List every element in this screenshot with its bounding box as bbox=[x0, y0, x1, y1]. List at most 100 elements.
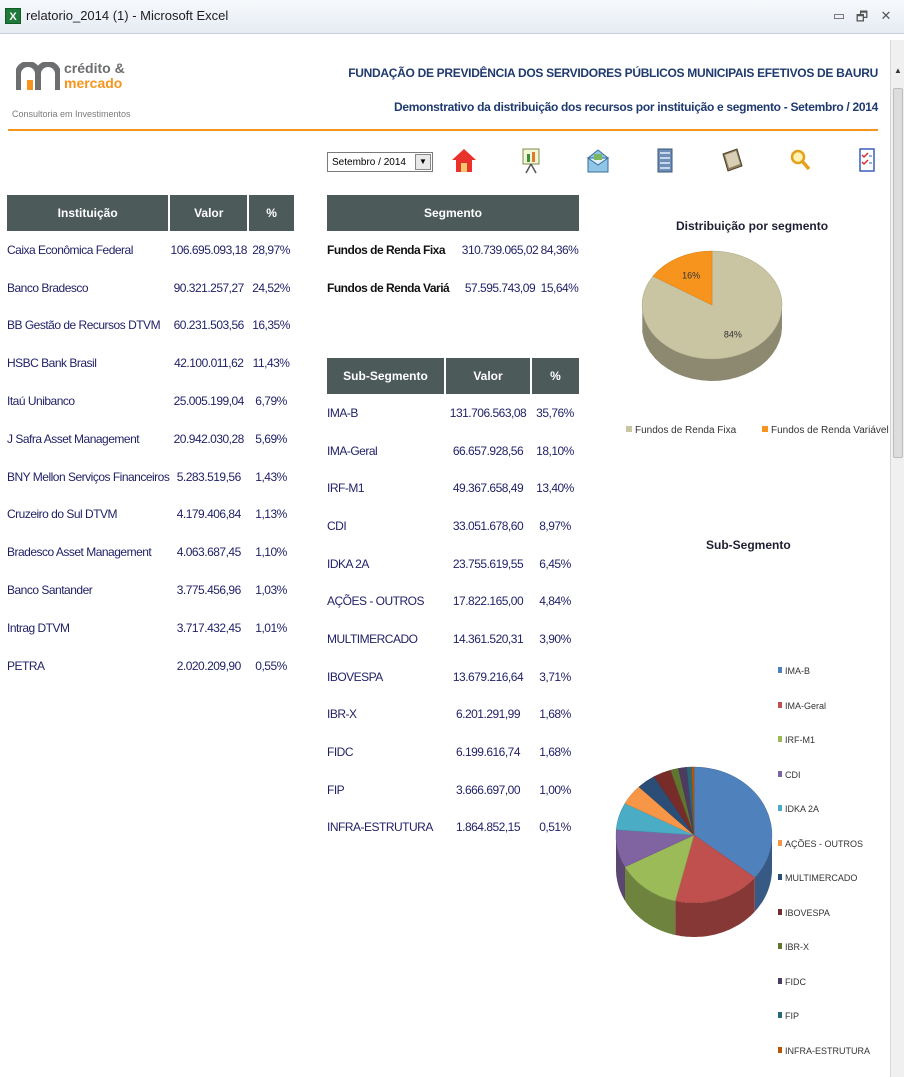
institution-percent: 1,03% bbox=[255, 583, 287, 598]
institution-value: 25.005.199,04 bbox=[173, 394, 245, 409]
legend-item: Fundos de Renda Variável bbox=[762, 425, 889, 436]
table-row: HSBC Bank Brasil 42.100.011,62 11,43% bbox=[7, 344, 294, 382]
checklist-icon[interactable] bbox=[854, 146, 880, 174]
institution-value: 2.020.209,90 bbox=[176, 658, 242, 673]
envelope-icon[interactable] bbox=[585, 146, 611, 174]
subsegment-percent: 1,00% bbox=[539, 782, 571, 797]
pie-data-label: 16% bbox=[682, 271, 700, 281]
legend-label: IDKA 2A bbox=[785, 804, 820, 814]
subsegment-value: 6.199.616,74 bbox=[455, 745, 521, 760]
excel-icon: X bbox=[5, 8, 21, 24]
period-dropdown[interactable]: Setembro / 2014 ▼ bbox=[327, 152, 433, 172]
table-row: IBOVESPA 13.679.216,64 3,71% bbox=[327, 658, 579, 696]
segment-value: 57.595.743,09 bbox=[464, 280, 536, 295]
subsegment-value: 6.201.291,99 bbox=[455, 707, 521, 722]
institution-name: BNY Mellon Serviços Financeiros bbox=[7, 469, 170, 484]
legend-item: MULTIMERCADO bbox=[778, 873, 857, 883]
scroll-up-icon[interactable]: ▲ bbox=[894, 66, 902, 75]
subsegment-percent: 1,68% bbox=[539, 707, 571, 722]
subsegment-pie-chart bbox=[615, 766, 773, 937]
restore-button[interactable]: 🗗 bbox=[853, 8, 871, 30]
database-icon[interactable] bbox=[652, 146, 678, 174]
subsegment-percent: 8,97% bbox=[539, 518, 571, 533]
legend-label: IMA-Geral bbox=[785, 700, 827, 711]
subsegment-value: 14.361.520,31 bbox=[452, 631, 524, 646]
table-row: Itaú Unibanco 25.005.199,04 6,79% bbox=[7, 382, 294, 420]
table-header-row: Instituição Valor % bbox=[7, 195, 294, 231]
legend-item: AÇÕES - OUTROS bbox=[778, 839, 863, 849]
table-row: Banco Santander 3.775.456,96 1,03% bbox=[7, 571, 294, 609]
window-titlebar: X relatorio_2014 (1) - Microsoft Excel ▭… bbox=[0, 0, 904, 34]
presentation-icon[interactable] bbox=[518, 146, 544, 174]
legend-item: IBOVESPA bbox=[778, 908, 830, 918]
legend-swatch bbox=[778, 805, 782, 811]
institution-percent: 1,01% bbox=[255, 620, 287, 635]
logo-text-line1: crédito & bbox=[64, 60, 125, 76]
institution-value: 42.100.011,62 bbox=[174, 356, 244, 371]
institution-name: Banco Bradesco bbox=[7, 280, 89, 295]
legend-label: IBOVESPA bbox=[785, 907, 830, 918]
institution-value: 20.942.030,28 bbox=[173, 431, 245, 446]
legend-label: INFRA-ESTRUTURA bbox=[785, 1045, 870, 1056]
table-row: IMA-B 131.706.563,08 35,76% bbox=[327, 394, 579, 432]
legend-swatch bbox=[778, 977, 782, 984]
institution-percent: 24,52% bbox=[252, 280, 290, 295]
legend-swatch bbox=[778, 736, 782, 742]
legend-swatch bbox=[778, 667, 782, 673]
vertical-scrollbar[interactable]: ▲ bbox=[890, 40, 904, 1077]
table-row: IMA-Geral 66.657.928,56 18,10% bbox=[327, 432, 579, 470]
legend-swatch bbox=[778, 1046, 782, 1053]
legend-item: IMA-B bbox=[778, 666, 810, 676]
legend-item: INFRA-ESTRUTURA bbox=[778, 1046, 870, 1056]
header-divider bbox=[8, 129, 878, 131]
subsegment-name: AÇÕES - OUTROS bbox=[327, 594, 425, 609]
pie-data-label: 84% bbox=[724, 329, 742, 339]
book-icon[interactable] bbox=[719, 146, 745, 174]
table-row: IBR-X 6.201.291,99 1,68% bbox=[327, 696, 579, 734]
subsegment-chart-title: Sub-Segmento bbox=[706, 538, 791, 552]
chevron-down-icon[interactable]: ▼ bbox=[415, 154, 431, 170]
column-header: Segmento bbox=[327, 195, 579, 231]
scroll-thumb[interactable] bbox=[893, 88, 903, 458]
institution-percent: 6,79% bbox=[255, 394, 287, 409]
legend-swatch bbox=[778, 874, 782, 880]
institution-percent: 1,43% bbox=[255, 469, 287, 484]
institution-percent: 11,43% bbox=[252, 356, 290, 371]
subsegment-value: 13.679.216,64 bbox=[452, 669, 524, 684]
period-dropdown-value: Setembro / 2014 bbox=[332, 157, 406, 168]
legend-label: AÇÕES - OUTROS bbox=[785, 838, 864, 849]
subsegment-name: FIDC bbox=[327, 745, 354, 760]
window-title: relatorio_2014 (1) - Microsoft Excel bbox=[26, 8, 229, 23]
home-icon[interactable] bbox=[451, 146, 477, 174]
magnifier-icon[interactable] bbox=[787, 146, 813, 174]
table-row: Cruzeiro do Sul DTVM 4.179.406,84 1,13% bbox=[7, 496, 294, 534]
subsegment-value: 66.657.928,56 bbox=[452, 443, 524, 458]
institution-name: BB Gestão de Recursos DTVM bbox=[7, 318, 161, 333]
table-row: CDI 33.051.678,60 8,97% bbox=[327, 507, 579, 545]
subsegment-name: FIP bbox=[327, 782, 345, 797]
legend-label: FIP bbox=[785, 1011, 800, 1021]
table-row: FIP 3.666.697,00 1,00% bbox=[327, 771, 579, 809]
close-button[interactable]: ✕ bbox=[877, 8, 895, 24]
column-header: Instituição bbox=[7, 195, 171, 231]
minimize-button[interactable]: ▭ bbox=[830, 8, 848, 24]
legend-swatch bbox=[778, 908, 782, 915]
segment-percent: 84,36% bbox=[540, 242, 579, 257]
legend-item: CDI bbox=[778, 770, 801, 780]
legend-item: FIDC bbox=[778, 977, 806, 987]
institution-value: 4.179.406,84 bbox=[176, 507, 242, 522]
table-row: AÇÕES - OUTROS 17.822.165,00 4,84% bbox=[327, 582, 579, 620]
subsegment-percent: 13,40% bbox=[536, 481, 574, 496]
subsegment-percent: 1,68% bbox=[539, 745, 571, 760]
table-row: BB Gestão de Recursos DTVM 60.231.503,56 1… bbox=[7, 307, 294, 345]
column-header: % bbox=[531, 358, 579, 394]
subsegment-value: 1.864.852,15 bbox=[455, 820, 521, 835]
logo: crédito & mercado Consultoria em Investi… bbox=[10, 56, 160, 121]
institution-percent: 1,10% bbox=[255, 545, 287, 560]
legend-item: Fundos de Renda Fixa bbox=[626, 425, 736, 436]
table-row: Fundos de Renda Fixa 310.739.065,02 84,36% bbox=[327, 231, 579, 269]
subsegment-name: IBR-X bbox=[327, 707, 357, 722]
legend-swatch bbox=[778, 839, 782, 846]
legend-swatch bbox=[778, 943, 782, 949]
subsegment-percent: 4,84% bbox=[539, 594, 571, 609]
